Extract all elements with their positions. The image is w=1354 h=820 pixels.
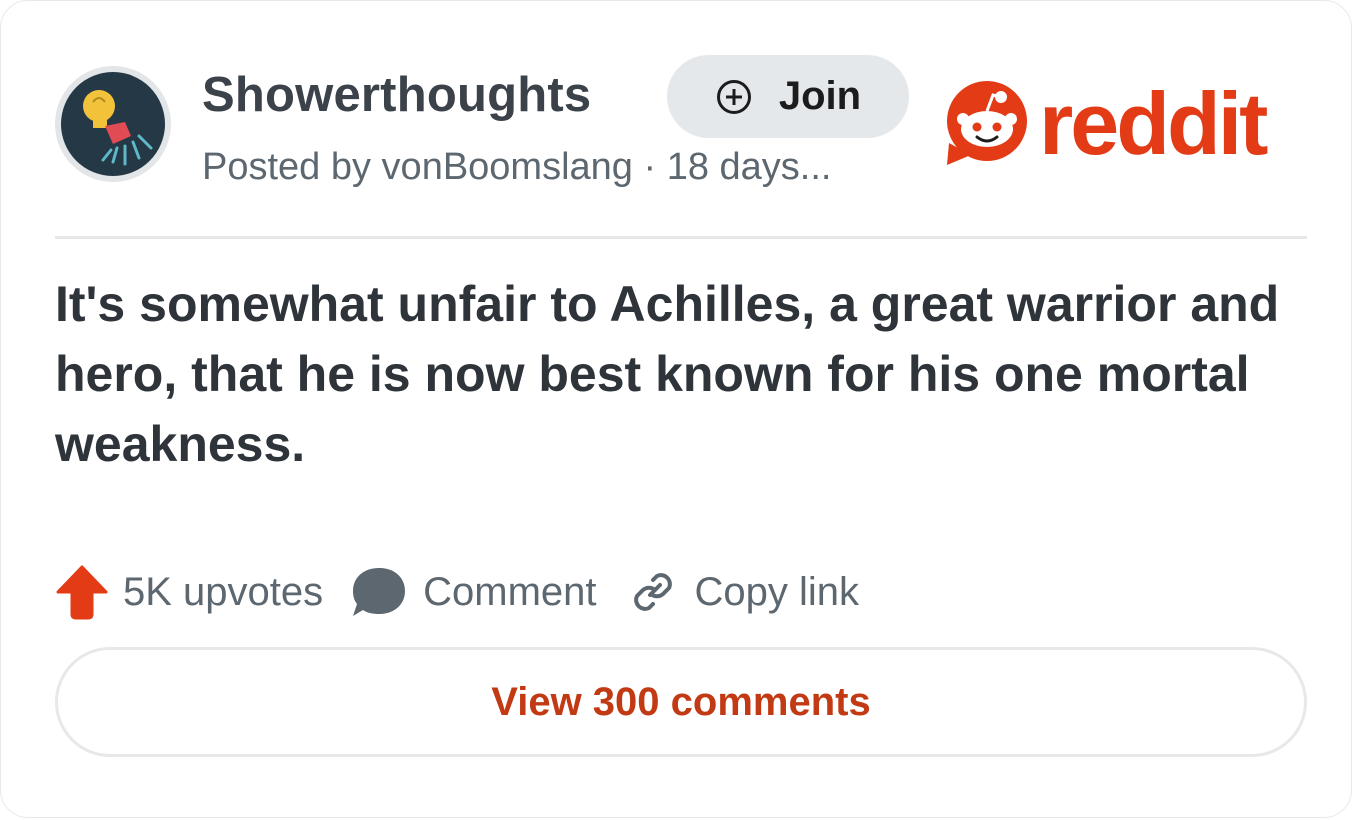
- chain-link-icon: [633, 573, 672, 611]
- reddit-logo[interactable]: reddit: [941, 74, 1311, 173]
- subreddit-avatar[interactable]: [55, 66, 171, 182]
- join-button[interactable]: Join: [667, 55, 909, 138]
- header-divider: [55, 236, 1307, 239]
- comment-label: Comment: [423, 569, 597, 614]
- post-card: Showerthoughts Join Posted by vonBoomsla…: [0, 0, 1352, 818]
- post-title[interactable]: It's somewhat unfair to Achilles, a grea…: [55, 269, 1295, 479]
- view-comments-button[interactable]: View 300 comments: [55, 647, 1307, 757]
- post-actions: 5K upvotes Comment Copy link: [55, 561, 859, 623]
- upvote-button[interactable]: 5K upvotes: [55, 564, 323, 620]
- post-meta: Posted by vonBoomslang · 18 days...: [202, 146, 832, 188]
- subreddit-name[interactable]: Showerthoughts: [202, 67, 591, 123]
- showerhead-lightbulb-icon: [57, 68, 169, 180]
- reddit-wordmark: reddit: [1039, 74, 1268, 173]
- copy-link-button[interactable]: Copy link: [597, 568, 860, 616]
- view-comments-label: View 300 comments: [491, 679, 871, 724]
- speech-bubble-icon: [353, 568, 406, 616]
- plus-circle-icon: [716, 79, 751, 114]
- join-label: Join: [778, 74, 862, 118]
- copy-link-label: Copy link: [694, 569, 860, 614]
- upvote-count: 5K upvotes: [123, 569, 324, 614]
- comment-button[interactable]: Comment: [323, 566, 597, 618]
- reddit-snoo-icon: [947, 81, 1027, 165]
- upvote-arrow-icon: [56, 565, 108, 620]
